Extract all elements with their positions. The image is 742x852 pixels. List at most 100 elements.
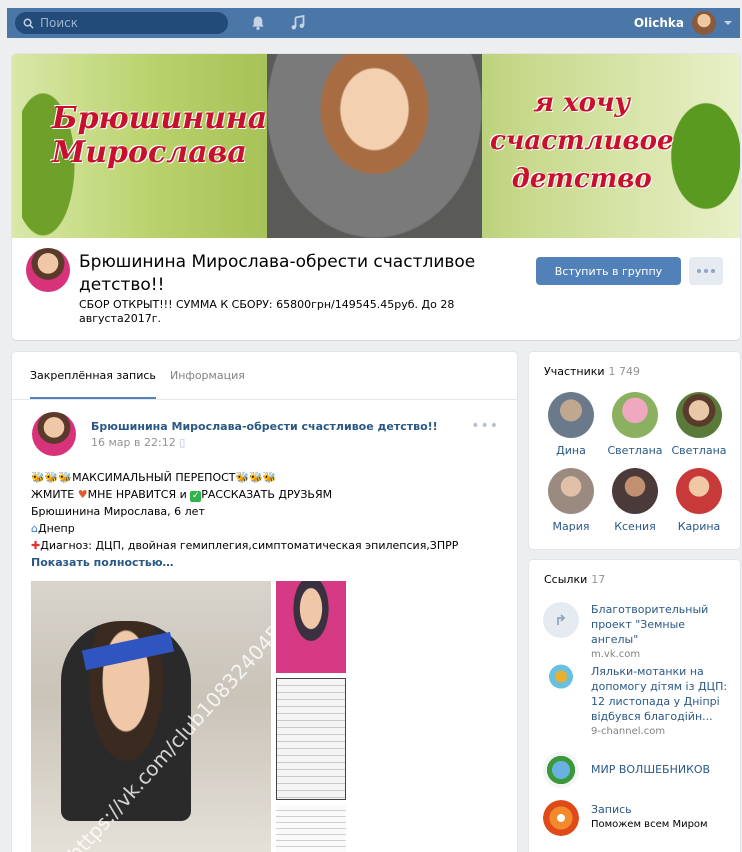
- bell-icon[interactable]: [250, 15, 266, 31]
- post-date-text: 16 мар в 22:12: [91, 436, 176, 449]
- links-title-text: Ссылки: [544, 573, 588, 586]
- join-group-button[interactable]: Вступить в группу: [536, 257, 681, 285]
- link-item[interactable]: Ляльки-мотанки на допомогу дітям із ДЦП:…: [543, 664, 733, 740]
- search-placeholder: Поиск: [40, 16, 79, 30]
- post-author-name[interactable]: Брюшинина Мирослава-обрести счастливое д…: [91, 420, 438, 433]
- bee-emoji-icon: 🐝🐝🐝: [31, 471, 73, 484]
- tab-pinned-post[interactable]: Закреплённая запись: [30, 369, 156, 382]
- cover-title-right: я хочу счастливое детство: [490, 84, 674, 198]
- ambulance-emoji-icon: ✚: [31, 539, 41, 552]
- wall-tabs: Закреплённая запись Информация: [12, 352, 517, 400]
- more-dots-icon: [711, 269, 715, 273]
- cover-text-line: я хочу: [533, 88, 631, 118]
- group-name: Брюшинина Мирослава-обрести счастливое д…: [79, 252, 476, 295]
- member-name: Карина: [677, 520, 721, 533]
- links-title[interactable]: Ссылки 17: [544, 573, 605, 586]
- post-photo-thumb[interactable]: [276, 805, 346, 852]
- link-title: МИР ВОЛШЕБНИКОВ: [591, 763, 711, 776]
- members-title[interactable]: Участники 1 749: [544, 365, 640, 378]
- search-input[interactable]: Поиск: [15, 12, 228, 34]
- post-line: ЖМИТЕ ♥МНЕ НРАВИТСЯ и ✓ РАССКАЗАТЬ ДРУЗЬЯ…: [31, 486, 501, 503]
- link-title: Запись: [591, 803, 632, 816]
- avatar: [676, 392, 722, 438]
- post-line: Брюшинина Мирослава, 6 лет: [31, 505, 205, 518]
- post-line-text: ЖМИТЕ: [31, 488, 75, 501]
- group-header-card: Брюшинина Мирослава я хочу счастливое де…: [12, 54, 740, 340]
- bee-emoji-icon: 🐝🐝🐝: [235, 471, 277, 484]
- heart-logo-icon: [543, 800, 579, 836]
- member-name: Ксения: [614, 520, 656, 533]
- member-item[interactable]: Светлана: [669, 392, 729, 457]
- active-tab-indicator: [30, 397, 156, 399]
- link-subtitle: Поможем всем Миром: [591, 819, 708, 830]
- group-cover-image: Брюшинина Мирослава я хочу счастливое де…: [12, 54, 740, 238]
- cover-photo: [267, 54, 482, 238]
- member-name: Дина: [556, 444, 586, 457]
- top-navigation-bar: Поиск Olichka: [7, 8, 740, 38]
- link-title: Ляльки-мотанки на допомогу дітям із ДЦП:…: [591, 665, 728, 723]
- avatar: [676, 468, 722, 514]
- avatar: [612, 392, 658, 438]
- cover-text-line: Брюшинина: [52, 101, 268, 136]
- link-item[interactable]: Благотворительный проект "Земные ангелы"…: [543, 602, 733, 660]
- members-title-text: Участники: [544, 365, 605, 378]
- post-menu-button[interactable]: •••: [471, 418, 499, 434]
- user-name[interactable]: Olichka: [634, 16, 684, 30]
- cover-text-line: Мирослава: [52, 135, 247, 170]
- members-count: 1 749: [608, 365, 641, 378]
- post-line-text: МНЕ НРАВИТСЯ и: [87, 488, 187, 501]
- post-photo-thumb[interactable]: [276, 581, 346, 673]
- post-line-text: РАССКАЗАТЬ ДРУЗЬЯМ: [201, 488, 333, 501]
- group-status: СБОР ОТКРЫТ!!! СУММА К СБОРУ: 65800грн/1…: [79, 298, 455, 325]
- avatar: [548, 392, 594, 438]
- post-line: 🐝🐝🐝МАКСИМАЛЬНЫЙ ПЕРЕПОСТ🐝🐝🐝: [31, 469, 501, 486]
- check-emoji-icon: ✓: [190, 491, 202, 502]
- group-avatar[interactable]: [26, 248, 70, 292]
- post-photo-thumb[interactable]: [276, 678, 346, 800]
- post-date[interactable]: 16 мар в 22:12 ▯: [91, 436, 185, 449]
- avatar: [612, 468, 658, 514]
- link-item[interactable]: МИР ВОЛШЕБНИКОВ: [543, 752, 733, 788]
- member-item[interactable]: Карина: [669, 468, 729, 533]
- cover-title-left: Брюшинина Мирослава: [52, 102, 267, 170]
- post-line-text: Диагноз: ДЦП, двойная гемиплегия,симптом…: [40, 539, 459, 552]
- link-domain: 9-channel.com: [591, 726, 666, 737]
- post-line: ✚Диагноз: ДЦП, двойная гемиплегия,симпто…: [31, 537, 501, 554]
- user-avatar[interactable]: [692, 11, 716, 35]
- links-count: 17: [591, 573, 606, 586]
- member-name: Светлана: [607, 444, 663, 457]
- music-icon[interactable]: [290, 15, 306, 31]
- more-dots-icon: [697, 269, 701, 273]
- links-card: Ссылки 17 Благотворительный проект "Земны…: [529, 560, 740, 852]
- globe-hands-icon: [543, 752, 579, 788]
- pin-icon: ▯: [179, 436, 186, 449]
- wall-card: Закреплённая запись Информация Брюшинина…: [12, 352, 517, 852]
- heart-emoji-icon: ♥: [77, 488, 88, 501]
- cover-text-line: счастливое: [490, 126, 674, 156]
- post-author-avatar[interactable]: [32, 412, 76, 456]
- post-line-text: Днепр: [37, 522, 75, 535]
- search-icon: [23, 18, 34, 29]
- tab-info[interactable]: Информация: [170, 369, 245, 382]
- members-card: Участники 1 749 Дина Светлана Светлана Ма…: [529, 352, 740, 549]
- member-item[interactable]: Мария: [541, 468, 601, 533]
- member-name: Мария: [552, 520, 590, 533]
- post-photo-main[interactable]: https://vk.com/club108324045: [31, 581, 271, 852]
- post-text: 🐝🐝🐝МАКСИМАЛЬНЫЙ ПЕРЕПОСТ🐝🐝🐝 ЖМИТЕ ♥МНЕ Н…: [31, 469, 501, 571]
- cover-text-line: детство: [511, 164, 652, 194]
- show-more-link[interactable]: Показать полностью…: [31, 554, 501, 571]
- house-emoji-icon: ⌂: [31, 522, 38, 535]
- avatar: [548, 468, 594, 514]
- link-domain: m.vk.com: [591, 649, 641, 660]
- link-item[interactable]: Запись Поможем всем Миром: [543, 800, 733, 840]
- doll-logo-icon: [543, 664, 579, 700]
- post-line-text: МАКСИМАЛЬНЫЙ ПЕРЕПОСТ: [72, 471, 236, 484]
- more-dots-icon: [704, 269, 708, 273]
- member-item[interactable]: Светлана: [605, 392, 665, 457]
- member-item[interactable]: Ксения: [605, 468, 665, 533]
- post-line: ⌂Днепр: [31, 520, 501, 537]
- more-actions-button[interactable]: [689, 257, 723, 285]
- member-item[interactable]: Дина: [541, 392, 601, 457]
- link-arrow-icon: [543, 602, 579, 638]
- chevron-down-icon[interactable]: [724, 21, 732, 25]
